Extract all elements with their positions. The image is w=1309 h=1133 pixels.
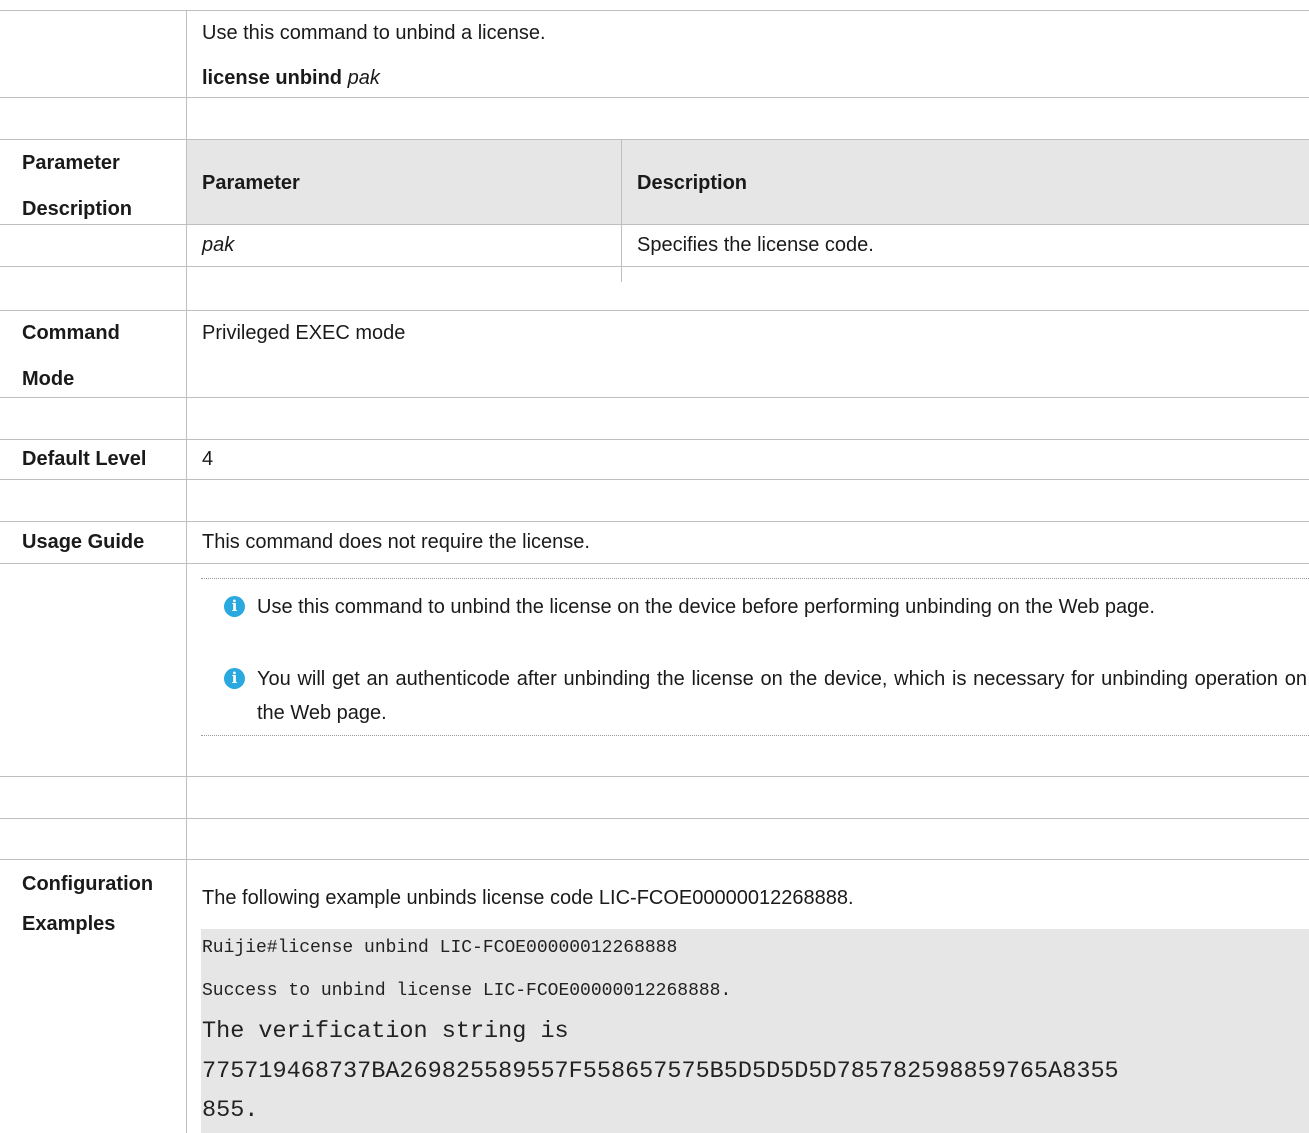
usage-note: Use this command to unbind the license o… bbox=[257, 596, 1155, 618]
parameter-name: pak bbox=[202, 234, 235, 256]
row-border bbox=[0, 439, 1309, 440]
usage-guide-text: This command does not require the licens… bbox=[202, 531, 590, 553]
default-level-label: Default Level bbox=[22, 448, 147, 470]
row-border bbox=[0, 310, 1309, 311]
syntax-argument: pak bbox=[347, 67, 380, 89]
code-line: Success to unbind license LIC-FCOE000000… bbox=[202, 981, 732, 1001]
row-border bbox=[0, 97, 1309, 98]
column-separator bbox=[621, 140, 622, 224]
configuration-examples-text: The following example unbinds license co… bbox=[202, 887, 854, 909]
row-border bbox=[0, 776, 1309, 777]
column-header-parameter: Parameter bbox=[202, 172, 300, 194]
intro-text: Use this command to unbind a license. bbox=[202, 22, 546, 44]
usage-note: You will get an authenticode after unbin… bbox=[257, 668, 1307, 724]
parameter-description: Specifies the license code. bbox=[637, 234, 874, 256]
parameter-description-label: Parameter Description bbox=[22, 152, 133, 220]
info-icon: i bbox=[224, 668, 245, 689]
row-border bbox=[0, 563, 1309, 564]
syntax-line: license unbind pak bbox=[202, 66, 380, 90]
code-line: Ruijie#license unbind LIC-FCOE0000001226… bbox=[202, 938, 678, 958]
code-line: The verification string is bbox=[202, 1018, 569, 1045]
command-mode-value: Privileged EXEC mode bbox=[202, 322, 406, 344]
code-line: 775719468737BA269825589557F558657575B5D5… bbox=[202, 1058, 1119, 1085]
info-icon: i bbox=[224, 596, 245, 617]
row-border bbox=[0, 224, 1309, 225]
syntax-command: license unbind bbox=[202, 67, 343, 89]
usage-guide-label: Usage Guide bbox=[22, 531, 145, 553]
row-border bbox=[0, 10, 1309, 11]
row-border bbox=[0, 859, 1309, 860]
command-reference-table: Use this command to unbind a license. li… bbox=[0, 0, 1309, 1133]
default-level-value: 4 bbox=[202, 448, 214, 470]
command-mode-label: Command Mode bbox=[22, 322, 120, 390]
row-border bbox=[0, 479, 1309, 480]
note-divider bbox=[201, 578, 1309, 579]
row-border bbox=[0, 521, 1309, 522]
code-line: 855. bbox=[202, 1097, 259, 1124]
note-divider bbox=[201, 735, 1309, 736]
row-border bbox=[0, 266, 1309, 267]
configuration-examples-label: Configuration Examples bbox=[22, 873, 154, 935]
column-header-description: Description bbox=[637, 172, 748, 194]
row-border bbox=[0, 397, 1309, 398]
row-border bbox=[0, 818, 1309, 819]
parameter-header-background bbox=[187, 140, 1309, 224]
